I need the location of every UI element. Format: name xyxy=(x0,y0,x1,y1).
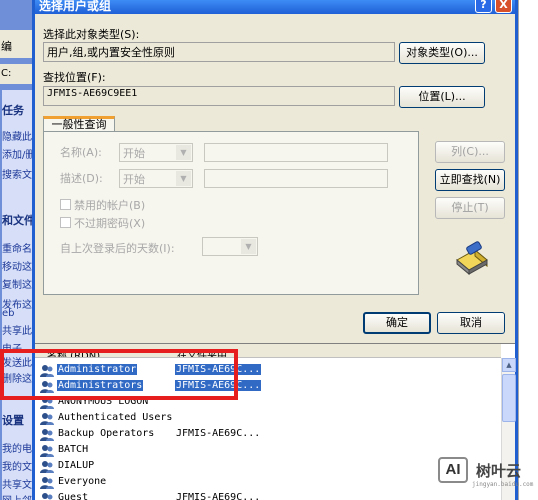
background-explorer-pane: 编 C: 任务 隐藏此 添加/删 搜索文 和文件 重命名 移动这 复制这 发布这… xyxy=(0,0,32,500)
result-row[interactable]: Backup Operators JFMIS-AE69C... xyxy=(39,427,497,442)
file-task-link[interactable]: 移动这 xyxy=(2,258,32,273)
result-row[interactable]: Guest JFMIS-AE69C... xyxy=(39,491,497,500)
name-match-value: 开始 xyxy=(123,147,145,160)
scrollbar-thumb[interactable] xyxy=(502,374,516,422)
description-input[interactable] xyxy=(204,169,388,188)
annotation-highlight-box xyxy=(0,349,238,400)
days-since-logon-label: 自上次登录后的天数(I): xyxy=(60,242,175,255)
chevron-down-icon: ▼ xyxy=(176,171,191,186)
result-name: Guest xyxy=(58,492,89,500)
object-types-button[interactable]: 对象类型(O)... xyxy=(399,42,485,64)
non-expiring-password-checkbox[interactable] xyxy=(60,217,71,228)
file-task-link[interactable]: 共享此 xyxy=(2,322,32,337)
user-group-icon xyxy=(39,491,55,500)
location-field: JFMIS-AE69C9EE1 xyxy=(43,86,395,106)
result-folder: JFMIS-AE69C... xyxy=(176,492,261,500)
cancel-button[interactable]: 取消 xyxy=(437,312,505,334)
select-users-dialog: 选择用户或组 ? X 选择此对象类型(S): 用户,组,或内置安全性原则 对象类… xyxy=(32,0,518,500)
search-flashlight-icon xyxy=(456,241,488,276)
object-type-label: 选择此对象类型(S): xyxy=(43,28,140,41)
places-section-heading: 设置 xyxy=(2,414,24,427)
non-expiring-password-label: 不过期密码(X) xyxy=(74,217,146,230)
stop-button[interactable]: 停止(T) xyxy=(435,197,505,219)
result-row[interactable]: DIALUP xyxy=(39,459,497,474)
places-link[interactable]: 网上邻 xyxy=(2,492,32,500)
user-group-icon xyxy=(39,427,55,442)
file-section-heading: 和文件 xyxy=(2,214,32,227)
find-now-button[interactable]: 立即查找(N) xyxy=(435,169,505,191)
scroll-up-icon[interactable]: ▲ xyxy=(502,358,516,372)
locations-button[interactable]: 位置(L)... xyxy=(399,86,485,108)
task-section-heading: 任务 xyxy=(2,104,24,117)
watermark-logo: AI xyxy=(438,457,468,483)
watermark-subtext: jingyan.baidu.com xyxy=(472,481,534,488)
user-group-icon xyxy=(39,459,55,474)
dialog-title-bar[interactable]: 选择用户或组 ? X xyxy=(35,0,515,14)
task-link[interactable]: 搜索文 xyxy=(2,166,32,181)
address-label: C: xyxy=(1,68,12,79)
location-label: 查找位置(F): xyxy=(43,71,106,84)
watermark: AI 树叶云 jingyan.baidu.com xyxy=(436,455,534,488)
close-button[interactable]: X xyxy=(495,0,512,13)
disabled-accounts-checkbox[interactable] xyxy=(60,199,71,210)
ok-button[interactable]: 确定 xyxy=(363,312,431,334)
task-link[interactable]: 添加/删 xyxy=(2,146,32,161)
file-task-link[interactable]: 重命名 xyxy=(2,240,32,255)
user-group-icon xyxy=(39,411,55,426)
file-task-link[interactable]: 复制这 xyxy=(2,276,32,291)
user-group-icon xyxy=(39,475,55,490)
user-group-icon xyxy=(39,443,55,458)
common-queries-panel: 名称(A): 开始 ▼ 描述(D): 开始 ▼ 禁用的帐户(B) 不过期密码(X… xyxy=(43,131,419,295)
toolbar-label: 编 xyxy=(1,40,12,53)
file-task-link[interactable]: eb xyxy=(2,308,15,319)
explorer-toolbar: 编 xyxy=(0,30,32,58)
days-since-logon-dropdown[interactable]: ▼ xyxy=(202,237,258,256)
result-name: Authenticated Users xyxy=(58,412,173,423)
result-row[interactable]: Authenticated Users xyxy=(39,411,497,426)
name-match-dropdown[interactable]: 开始 ▼ xyxy=(119,143,193,162)
result-row[interactable]: Everyone xyxy=(39,475,497,490)
explorer-task-pane: 任务 隐藏此 添加/删 搜索文 和文件 重命名 移动这 复制这 发布这 eb 共… xyxy=(2,90,32,500)
description-match-dropdown[interactable]: 开始 ▼ xyxy=(119,169,193,188)
name-input[interactable] xyxy=(204,143,388,162)
name-label: 名称(A): xyxy=(60,146,102,159)
result-name: Backup Operators xyxy=(58,428,155,439)
result-folder: JFMIS-AE69C... xyxy=(176,428,261,439)
result-name: Everyone xyxy=(58,476,107,487)
result-name: DIALUP xyxy=(58,460,95,471)
explorer-address-bar[interactable]: C: xyxy=(0,64,32,84)
chevron-down-icon: ▼ xyxy=(176,145,191,160)
help-button[interactable]: ? xyxy=(475,0,492,13)
description-match-value: 开始 xyxy=(123,173,145,186)
places-link[interactable]: 我的文 xyxy=(2,458,32,473)
chevron-down-icon: ▼ xyxy=(241,239,256,254)
background-window-edge xyxy=(518,0,538,500)
result-name: BATCH xyxy=(58,444,89,455)
places-link[interactable]: 我的电 xyxy=(2,440,32,455)
disabled-accounts-label: 禁用的帐户(B) xyxy=(74,199,146,212)
task-link[interactable]: 隐藏此 xyxy=(2,128,32,143)
description-label: 描述(D): xyxy=(60,172,103,185)
columns-button[interactable]: 列(C)... xyxy=(435,141,505,163)
watermark-text: 树叶云 xyxy=(476,462,522,480)
dialog-title: 选择用户或组 xyxy=(39,0,112,13)
object-type-field: 用户,组,或内置安全性原则 xyxy=(43,42,395,62)
places-link[interactable]: 共享文 xyxy=(2,476,32,491)
result-row[interactable]: BATCH xyxy=(39,443,497,458)
